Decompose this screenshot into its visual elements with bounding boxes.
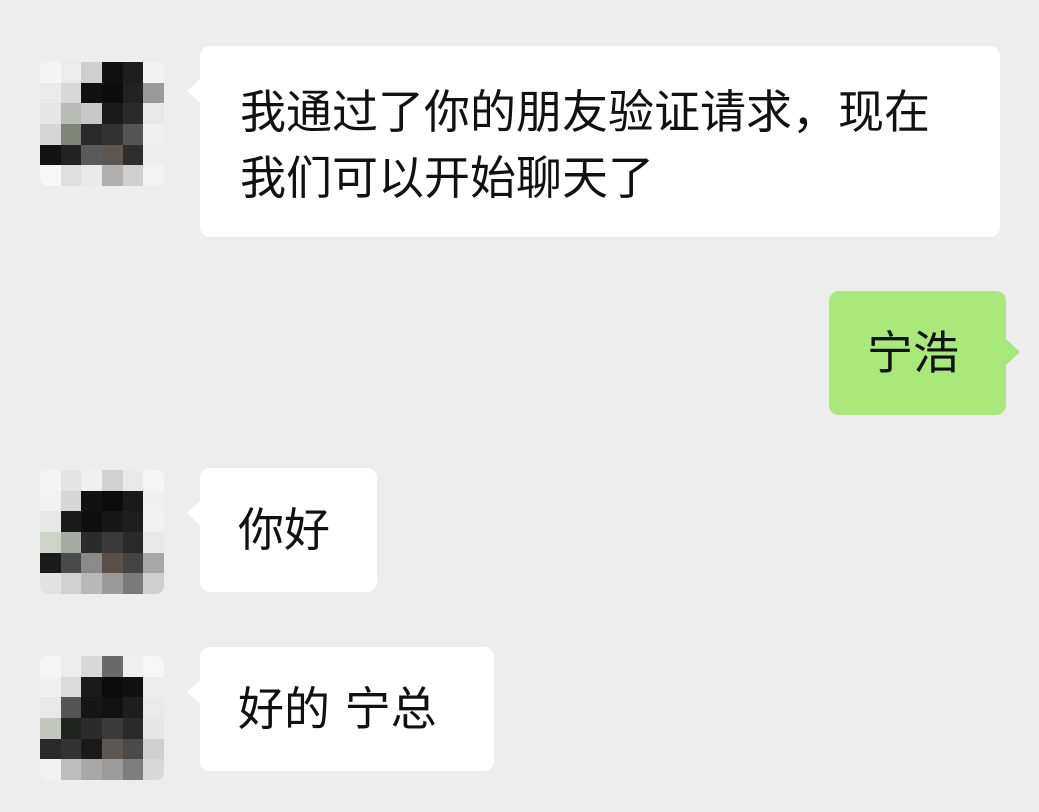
contact-avatar[interactable] — [40, 656, 164, 780]
message-text: 我通过了你的朋友验证请求，现在我们可以开始聊天了 — [240, 85, 930, 205]
message-bubble-incoming[interactable]: 我通过了你的朋友验证请求，现在我们可以开始聊天了 — [187, 46, 1000, 237]
contact-avatar[interactable] — [40, 470, 164, 594]
message-text: 宁浩 — [867, 326, 959, 380]
bubble-tail — [187, 78, 201, 104]
message-bubble-incoming[interactable]: 你好 — [187, 468, 377, 592]
message-text: 好的 宁总 — [238, 682, 437, 736]
bubble-tail — [187, 679, 201, 705]
bubble-tail — [187, 500, 201, 526]
message-bubble-outgoing[interactable]: 宁浩 — [829, 291, 1020, 415]
message-bubble-incoming[interactable]: 好的 宁总 — [187, 647, 494, 771]
contact-avatar[interactable] — [40, 62, 164, 186]
bubble-tail — [1006, 339, 1020, 365]
message-text: 你好 — [238, 503, 330, 557]
